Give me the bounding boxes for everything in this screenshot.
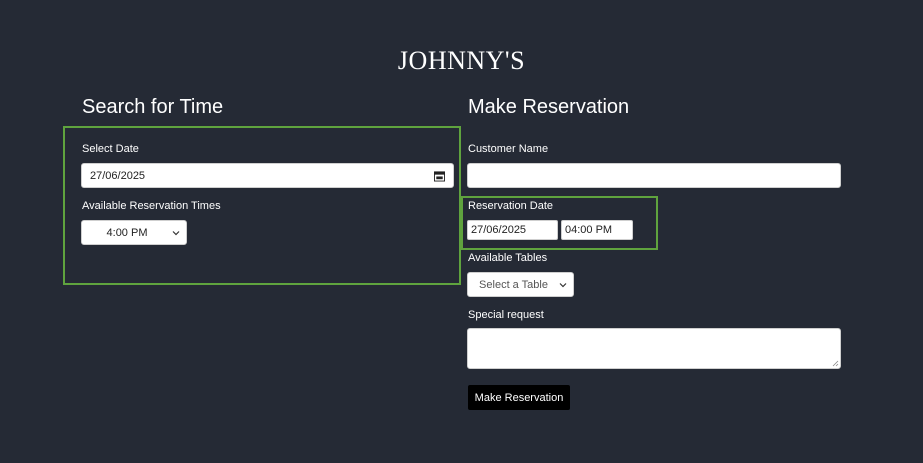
table-selected: Select a Table <box>479 278 548 291</box>
reservation-time-value: 04:00 PM <box>565 224 613 236</box>
reservation-time-input[interactable]: 04:00 PM <box>561 220 633 240</box>
reservation-date-label: Reservation Date <box>468 200 553 212</box>
search-date-input[interactable]: 27/06/2025 <box>81 163 454 188</box>
chevron-down-icon <box>172 230 180 235</box>
search-date-value: 27/06/2025 <box>90 169 146 182</box>
calendar-icon[interactable] <box>434 170 445 181</box>
reservation-date-value: 27/06/2025 <box>471 224 527 236</box>
special-request-label: Special request <box>468 309 544 321</box>
chevron-down-icon <box>559 282 567 287</box>
reservation-date-input[interactable]: 27/06/2025 <box>467 220 558 240</box>
select-date-label: Select Date <box>82 143 139 155</box>
reservation-time-selected: 4:00 PM <box>106 226 148 239</box>
customer-name-label: Customer Name <box>468 143 549 155</box>
make-reservation-button[interactable]: Make Reservation <box>468 385 570 410</box>
search-section-title: Search for Time <box>82 96 224 118</box>
special-request-textarea[interactable] <box>467 328 841 369</box>
customer-name-input[interactable] <box>467 163 841 188</box>
brand-title: JOHNNY'S <box>397 46 526 75</box>
reservation-time-select[interactable]: 4:00 PM <box>81 220 187 245</box>
resize-handle-icon[interactable] <box>832 360 839 367</box>
available-tables-label: Available Tables <box>468 252 548 264</box>
reservation-section-title: Make Reservation <box>468 96 630 118</box>
available-times-label: Available Reservation Times <box>82 200 221 212</box>
reservation-page: JOHNNY'S Search for Time Select Date 27/… <box>0 0 923 463</box>
table-select[interactable]: Select a Table <box>467 272 574 297</box>
